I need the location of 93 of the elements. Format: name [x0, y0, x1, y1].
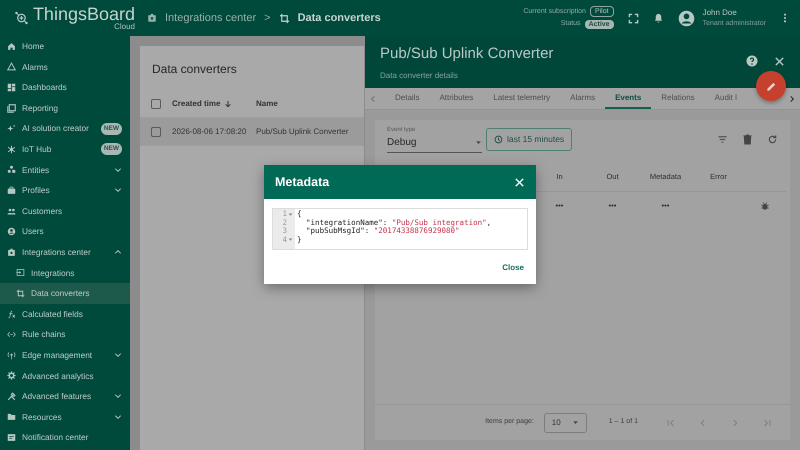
warning-icon: [7, 62, 16, 72]
bug-icon[interactable]: [760, 200, 770, 210]
table-cell-text: 2026-08-06 17:08:20: [172, 126, 248, 138]
tab[interactable]: Attributes: [429, 88, 484, 109]
badge-icon: [7, 248, 16, 257]
breadcrumb-link[interactable]: Data converters: [298, 10, 381, 26]
sidebar-item[interactable]: Edge management: [0, 344, 130, 366]
sparkle-icon: [7, 124, 16, 134]
grid-icon: [7, 82, 16, 92]
tab[interactable]: Relations: [651, 88, 705, 109]
chevron-down-icon: [114, 412, 122, 421]
tab[interactable]: Events: [605, 88, 652, 109]
sidebar-item[interactable]: Integrations: [0, 262, 130, 284]
fullscreen-icon[interactable]: [628, 12, 639, 24]
sidebar-item[interactable]: Resources: [0, 406, 130, 428]
chevron-down-icon: [114, 351, 122, 360]
dropdown-icon: [572, 419, 579, 426]
bell-icon[interactable]: [652, 12, 664, 24]
sidebar-item[interactable]: Notification center: [0, 427, 130, 448]
sidebar-item[interactable]: Rule chains: [0, 324, 130, 345]
sidebar-item[interactable]: Data converters: [0, 283, 130, 304]
people-icon: [7, 206, 16, 216]
sidebar-item[interactable]: Users: [0, 221, 130, 242]
sidebar-item[interactable]: Alarms: [0, 56, 130, 78]
fold-icon[interactable]: [288, 237, 293, 242]
chevron-right-icon[interactable]: [788, 94, 796, 102]
person-icon: [7, 227, 16, 236]
sidebar-item[interactable]: Integrations center: [0, 242, 130, 263]
column-header[interactable]: Created time: [172, 98, 256, 110]
details-subtitle: Data converter details: [380, 70, 459, 82]
folder-icon: [7, 412, 16, 422]
breadcrumb-separator: >: [264, 10, 271, 26]
dialog-title: Metadata: [275, 174, 330, 191]
chevron-left-icon[interactable]: [369, 94, 377, 102]
sidebar-item[interactable]: Entities: [0, 160, 130, 180]
sidebar-item[interactable]: Home: [0, 36, 130, 57]
sidebar-item[interactable]: Advanced analytics: [0, 366, 130, 386]
page-size-select[interactable]: 10: [544, 412, 587, 432]
input-icon: [16, 268, 25, 278]
sidebar-item[interactable]: Reporting: [0, 98, 130, 118]
card-title: Data converters: [151, 61, 238, 78]
hub-icon: [7, 144, 16, 154]
time-window-button[interactable]: last 15 minutes: [486, 128, 572, 151]
pencil-icon: [766, 80, 776, 92]
crop-icon: [16, 288, 25, 298]
sidebar-item[interactable]: Customers: [0, 200, 130, 222]
chevron-down-icon: [114, 166, 122, 174]
refresh-icon[interactable]: [767, 134, 778, 145]
column-header[interactable]: Name: [256, 98, 278, 110]
code-arrows-icon: [7, 330, 16, 340]
antenna-icon: [7, 350, 16, 360]
sidebar-item[interactable]: Profiles: [0, 180, 130, 201]
table-row[interactable]: 2026-08-06 17:08:20 Pub/Sub Uplink Converter: [140, 118, 364, 146]
checkbox[interactable]: [151, 126, 161, 136]
filter-icon[interactable]: [717, 134, 728, 145]
details-title: Pub/Sub Uplink Converter: [380, 44, 554, 64]
close-button[interactable]: [514, 176, 525, 188]
logo-text: ThingsBoard: [32, 5, 135, 23]
chevron-down-icon: [114, 186, 122, 194]
checkbox[interactable]: [151, 98, 161, 108]
tab[interactable]: Alarms: [560, 88, 606, 109]
inbox-icon: [7, 433, 16, 442]
close-button[interactable]: Close: [500, 260, 526, 276]
arrow-down-icon: [224, 100, 232, 108]
clock-icon: [494, 135, 503, 144]
fold-icon[interactable]: [288, 212, 293, 217]
user-name: John Doe: [702, 6, 738, 19]
sidebar-item[interactable]: Calculated fields: [0, 304, 130, 324]
help-icon[interactable]: [746, 55, 758, 67]
close-icon: [514, 176, 525, 188]
shapes-icon: [7, 165, 16, 174]
sidebar-item[interactable]: Dashboards: [0, 77, 130, 98]
breadcrumb-link[interactable]: Integrations center: [165, 10, 256, 26]
tab[interactable]: Latest telemetry: [483, 88, 560, 109]
function-icon: [7, 310, 16, 319]
briefcase-icon: [7, 186, 16, 195]
tab[interactable]: Details: [381, 88, 430, 109]
badge-icon: [147, 13, 157, 23]
home-icon: [7, 42, 16, 51]
close-icon[interactable]: [774, 56, 785, 66]
chevron-down-icon: [114, 392, 122, 400]
tools-icon: [7, 392, 16, 401]
edition-label: Cloud: [114, 23, 135, 31]
picture-icon: [7, 104, 16, 113]
sidebar-item[interactable]: Advanced features: [0, 386, 130, 407]
tab[interactable]: Audit l: [704, 88, 747, 109]
trash-icon[interactable]: [742, 134, 753, 145]
avatar-icon: [678, 10, 695, 26]
dropdown-icon: [475, 139, 482, 146]
gear-icon: [7, 371, 16, 380]
chevron-up-icon: [114, 248, 122, 256]
table-cell: Pub/Sub Uplink Converter: [256, 126, 348, 138]
crop-icon: [278, 12, 290, 24]
